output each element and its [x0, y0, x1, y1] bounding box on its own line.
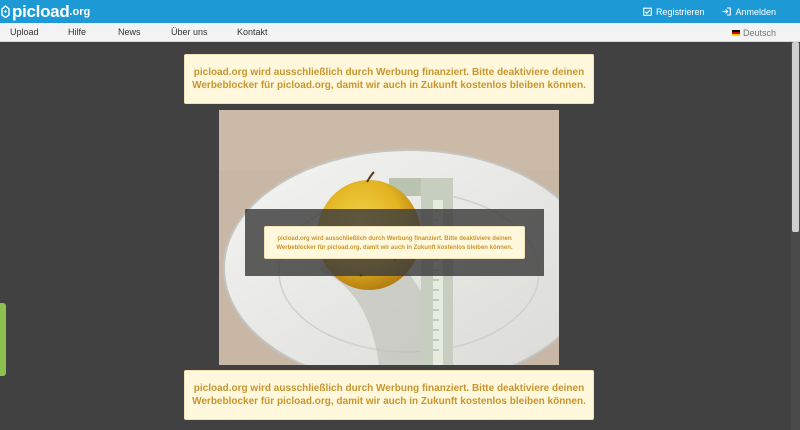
german-flag-icon: [731, 29, 740, 36]
register-label: Registrieren: [655, 6, 705, 17]
login-icon: [722, 7, 732, 16]
notice-line: picload.org wird ausschließlich durch We…: [193, 383, 585, 394]
logo-suffix: .org: [69, 6, 91, 18]
notice-line: picload.org wird ausschließlich durch We…: [193, 67, 585, 78]
page-scrollbar[interactable]: [791, 42, 800, 430]
cloud-logo-icon: [1, 5, 10, 18]
nav-item-news[interactable]: News: [118, 23, 141, 42]
register-button[interactable]: Registrieren: [643, 6, 705, 17]
notice-line: Werbeblocker für picload.org, damit wir …: [276, 245, 513, 251]
site-logo[interactable]: picload .org: [0, 0, 90, 23]
nav-item-ueber-uns[interactable]: Über uns: [171, 23, 208, 42]
notice-line: Werbeblocker für picload.org, damit wir …: [192, 80, 586, 91]
clipboard-check-icon: [643, 7, 652, 16]
language-label: Deutsch: [742, 27, 776, 38]
main-nav: Upload Hilfe News Über uns Kontakt Deuts…: [0, 23, 800, 42]
notice-line: Werbeblocker für picload.org, damit wir …: [192, 396, 586, 407]
logo-text: picload: [12, 2, 70, 21]
scrollbar-thumb[interactable]: [792, 42, 799, 232]
nav-item-kontakt[interactable]: Kontakt: [237, 23, 268, 42]
language-selector[interactable]: Deutsch: [731, 23, 776, 42]
adblock-notice-overlay: picload.org wird ausschließlich durch We…: [264, 226, 525, 259]
header-bar: picload .org Registrieren Anmelden: [0, 0, 800, 23]
account-actions: Registrieren Anmelden: [643, 0, 776, 23]
login-label: Anmelden: [735, 6, 776, 17]
login-button[interactable]: Anmelden: [722, 7, 776, 17]
nav-item-hilfe[interactable]: Hilfe: [68, 23, 86, 42]
feedback-tab[interactable]: [0, 303, 6, 376]
adblock-notice-bottom: picload.org wird ausschließlich durch We…: [184, 370, 594, 420]
nav-item-upload[interactable]: Upload: [10, 23, 39, 42]
adblock-notice-top: picload.org wird ausschließlich durch We…: [184, 54, 594, 104]
notice-line: picload.org wird ausschließlich durch We…: [277, 236, 512, 242]
